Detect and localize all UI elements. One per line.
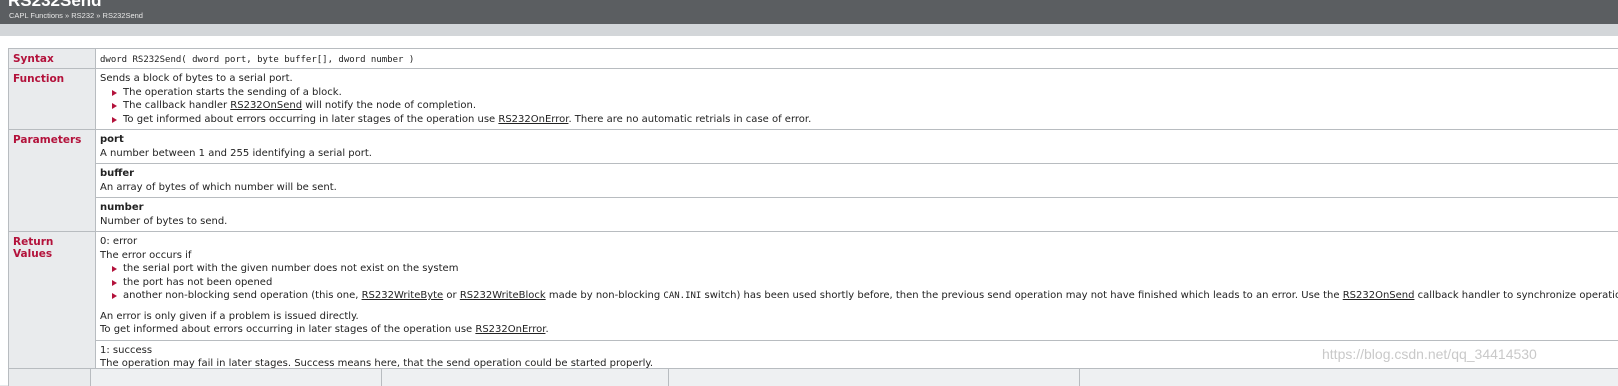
header-strip: [0, 24, 1618, 36]
bullet-arrow-icon: [112, 117, 117, 123]
rs232onerror-link[interactable]: RS232OnError: [475, 324, 545, 335]
rs232onsend-link[interactable]: RS232OnSend: [1343, 290, 1415, 301]
syntax-label: Syntax: [9, 49, 96, 69]
bullet-arrow-icon: [112, 266, 117, 272]
return-code: 0: error: [100, 235, 1618, 249]
function-bullet: To get informed about errors occurring i…: [100, 113, 1618, 127]
parameter-desc: A number between 1 and 255 identifying a…: [100, 147, 1618, 161]
return-values-label: Return Values: [9, 232, 96, 375]
error-bullet: the serial port with the given number do…: [100, 262, 1618, 276]
rs232onerror-link[interactable]: RS232OnError: [498, 114, 568, 125]
parameter-desc: Number of bytes to send.: [100, 215, 1618, 229]
function-row: Function Sends a block of bytes to a ser…: [9, 69, 1618, 130]
bullet-arrow-icon: [112, 103, 117, 109]
syntax-text: dword RS232Send( dword port, byte buffer…: [100, 55, 414, 65]
parameter-buffer: buffer An array of bytes of which number…: [96, 163, 1618, 197]
syntax-row: Syntax dword RS232Send( dword port, byte…: [9, 49, 1618, 69]
error-bullet: the port has not been opened: [100, 276, 1618, 290]
parameters-label: Parameters: [9, 130, 96, 232]
parameter-port: port A number between 1 and 255 identify…: [96, 130, 1618, 163]
rs232writeblock-link[interactable]: RS232WriteBlock: [460, 290, 546, 301]
function-label: Function: [9, 69, 96, 130]
parameter-desc: An array of bytes of which number will b…: [100, 181, 1618, 195]
page-title: RS232Send: [8, 0, 102, 11]
rs232onsend-link[interactable]: RS232OnSend: [230, 100, 302, 111]
bullet-arrow-icon: [112, 280, 117, 286]
bullet-arrow-icon: [112, 293, 117, 299]
can-ini-code: CAN.INI: [663, 291, 701, 301]
breadcrumb: CAPL Functions » RS232 » RS232Send: [9, 11, 143, 20]
parameter-name: port: [100, 133, 1618, 147]
page-header: RS232Send CAPL Functions » RS232 » RS232…: [0, 0, 1618, 24]
error-note: To get informed about errors occurring i…: [100, 323, 1618, 337]
parameter-name: number: [100, 201, 1618, 215]
function-bullet: The callback handler RS232OnSend will no…: [100, 99, 1618, 113]
parameter-name: buffer: [100, 167, 1618, 181]
next-table-row: [8, 368, 1618, 385]
rs232writebyte-link[interactable]: RS232WriteByte: [362, 290, 444, 301]
return-error-section: 0: error The error occurs if the serial …: [96, 232, 1618, 340]
function-intro: Sends a block of bytes to a serial port.: [100, 72, 1618, 86]
error-bullet: another non-blocking send operation (thi…: [100, 289, 1618, 304]
watermark: https://blog.csdn.net/qq_34414530: [1322, 346, 1537, 362]
parameters-row: Parameters port A number between 1 and 2…: [9, 130, 1618, 232]
bullet-arrow-icon: [112, 90, 117, 96]
error-note: An error is only given if a problem is i…: [100, 310, 1618, 324]
parameter-number: number Number of bytes to send.: [96, 197, 1618, 231]
error-occurs-text: The error occurs if: [100, 249, 1618, 263]
function-reference-table: Syntax dword RS232Send( dword port, byte…: [8, 48, 1618, 375]
function-bullet: The operation starts the sending of a bl…: [100, 86, 1618, 100]
